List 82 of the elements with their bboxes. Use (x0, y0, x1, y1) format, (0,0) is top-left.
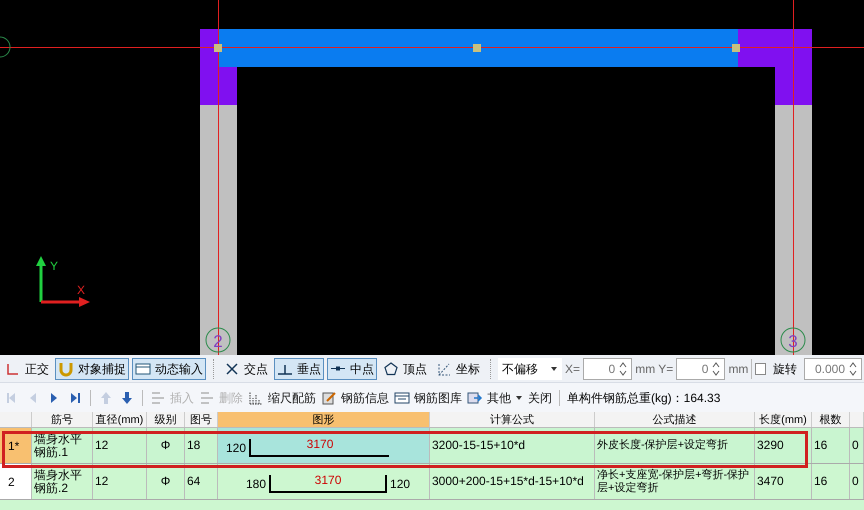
axis-bubble (0, 36, 10, 58)
column-header[interactable]: 长度(mm) (755, 412, 812, 427)
midpoint-icon (330, 366, 346, 371)
ruler-icon (248, 390, 264, 406)
row-icon (199, 390, 215, 406)
table-cell: 3470 (755, 464, 812, 499)
rotate-angle-field[interactable]: 0.000 (804, 358, 862, 380)
magnet-icon (58, 360, 74, 376)
column-header[interactable]: 级别 (147, 412, 185, 427)
table-cell: 16 (812, 464, 850, 499)
snap-toggle[interactable]: 对象捕捉 (55, 358, 129, 380)
table-cell: 净长+支座宽-保护层+弯折-保护层+设定弯折 (595, 464, 755, 499)
table-cell: 3200-15-15+10*d (430, 428, 595, 463)
column-header[interactable]: 计算公式 (430, 412, 595, 427)
snap-toggle[interactable]: 顶点 (380, 358, 430, 380)
axis-label: Y (50, 259, 58, 273)
arrow-icon (98, 390, 114, 406)
cross-icon (224, 360, 240, 376)
export-icon (467, 390, 483, 406)
column-header[interactable]: 直径(mm) (93, 412, 147, 427)
dimension-text: 120 (390, 476, 410, 493)
table-cell: 3290 (755, 428, 812, 463)
offset-dropdown[interactable]: 不偏移 (498, 358, 562, 380)
spinner-icon (712, 360, 720, 376)
table-cell: 64 (185, 464, 218, 499)
column-header[interactable]: 图形 (218, 412, 430, 427)
snap-toggle[interactable]: 中点 (327, 358, 377, 380)
coordinate-axes-drawing (36, 256, 90, 307)
snap-toggle[interactable]: 动态输入 (132, 358, 206, 380)
row-header[interactable]: 2 (0, 464, 32, 499)
table-cell: Φ (147, 428, 185, 463)
toolbar-button[interactable]: 缩尺配筋 (248, 388, 316, 408)
caret-icon (550, 364, 558, 372)
table-cell: 0 (850, 464, 864, 499)
y-label: Y= (658, 360, 674, 378)
row-icon (150, 390, 166, 406)
x-label: X= (565, 360, 580, 378)
pencil-icon (321, 390, 337, 406)
y-offset-field[interactable]: 0 (676, 358, 726, 380)
table-cell: 墙身水平钢筋.2 (32, 464, 93, 499)
toolbar-button[interactable]: 钢筋图库 (394, 388, 462, 408)
grip-handle[interactable] (473, 44, 481, 52)
x-offset-field[interactable]: 0 (583, 358, 632, 380)
unit-label: mm (635, 360, 656, 378)
wall-beam[interactable] (218, 29, 738, 67)
rotate-checkbox[interactable] (755, 362, 766, 374)
column-header[interactable]: 根数 (812, 412, 850, 427)
unit-label: mm (728, 360, 748, 378)
table-cell: 12 (93, 428, 147, 463)
dimension-text: 180 (246, 476, 266, 493)
dimension-text: 120 (226, 440, 246, 457)
arrow-icon (119, 390, 135, 406)
table-cell: 12 (93, 464, 147, 499)
caret-icon (515, 394, 523, 402)
table-cell: 0 (850, 428, 864, 463)
table-cell: 3000+200-15+15*d-15+10*d (430, 464, 595, 499)
column-header[interactable]: 公式描述 (595, 412, 755, 427)
grip-handle[interactable] (732, 44, 740, 52)
toolbar-button[interactable]: 钢筋信息 (321, 388, 389, 408)
snap-toggle[interactable]: 垂点 (274, 358, 324, 380)
input-icon (135, 360, 151, 376)
axis-label: X (77, 283, 86, 297)
spinner-icon (619, 360, 628, 376)
total-weight-text: 单构件钢筋总重(kg)：164.33 (567, 390, 720, 406)
grip-handle[interactable] (214, 44, 222, 52)
rotate-label: 旋转 (773, 360, 798, 378)
snap-toggle[interactable]: 交点 (221, 358, 271, 380)
window-icon (394, 390, 410, 406)
pentagon-icon (383, 360, 399, 376)
table-cell: Φ (147, 464, 185, 499)
table-row[interactable]: 1* 墙身水平钢筋.1 12 Φ 18 120 3170 3200-15-15+10*d 外皮长度-保护层+设定弯折 3290 16 0 (0, 428, 864, 464)
dimension-text: 3170 (314, 472, 342, 489)
table-cell: 16 (812, 428, 850, 463)
column-header[interactable]: 筋号 (32, 412, 93, 427)
toolbar-button[interactable]: 关闭 (528, 388, 552, 408)
snap-toggle[interactable]: 坐标 (433, 358, 483, 380)
snap-toggle[interactable]: 正交 (2, 358, 52, 380)
table-cell: 墙身水平钢筋.1 (32, 428, 93, 463)
toolbar-button[interactable]: 其他 (467, 388, 523, 408)
spinner-icon (849, 360, 857, 376)
dimension-text: 3170 (306, 436, 334, 453)
table-cell: 外皮长度-保护层+设定弯折 (595, 428, 755, 463)
